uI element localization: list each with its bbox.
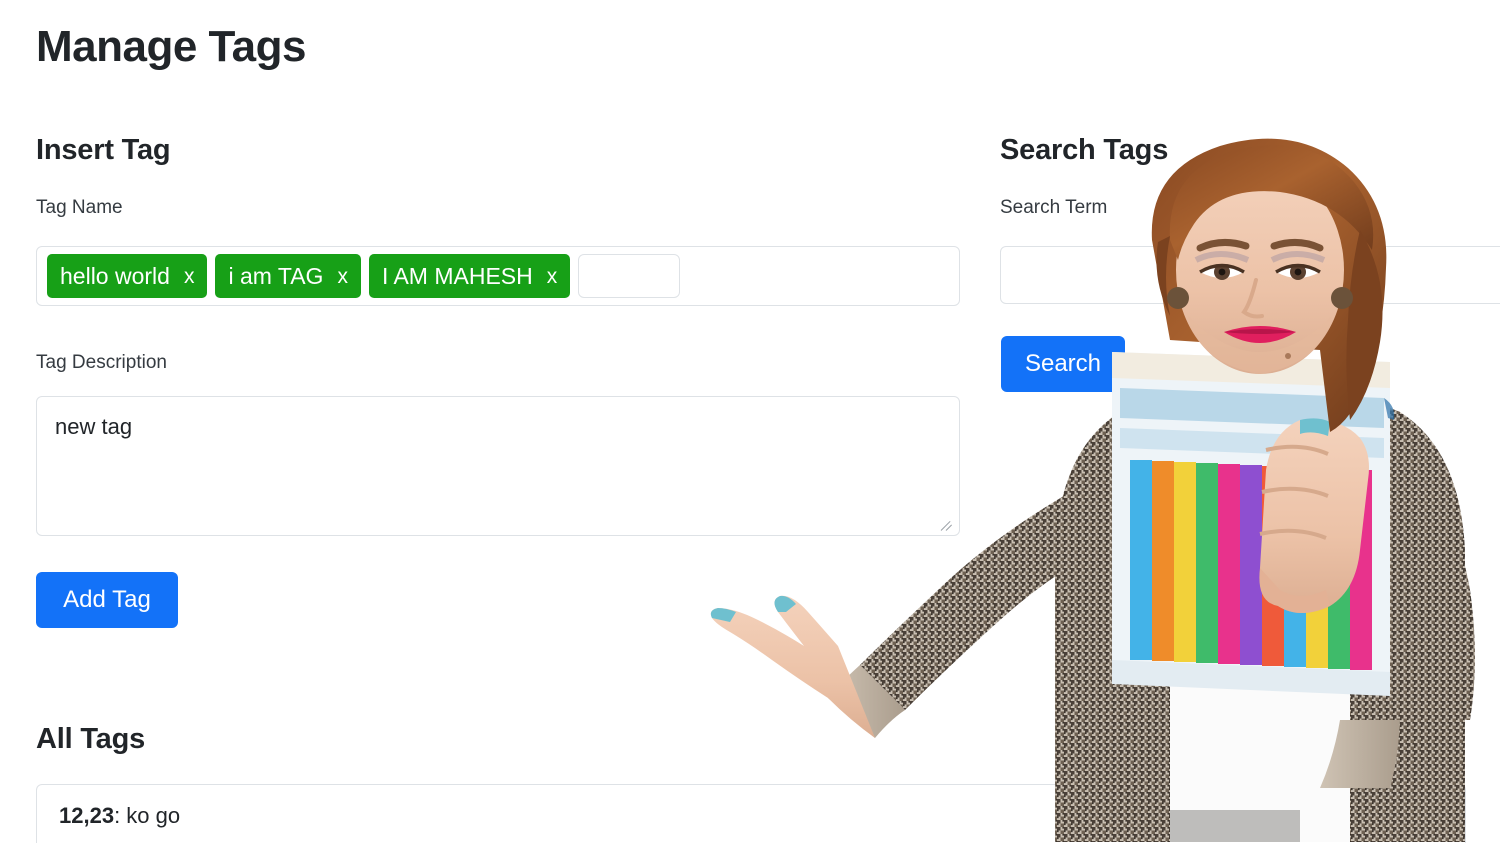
tag-chip[interactable]: hello world x (47, 254, 208, 298)
page-title: Manage Tags (36, 22, 306, 71)
tag-chip[interactable]: I AM MAHESH x (368, 254, 571, 298)
tag-name-label: Tag Name (36, 197, 123, 218)
tag-id: 12,23 (59, 803, 115, 828)
all-tags-heading: All Tags (36, 723, 146, 755)
tag-name-input[interactable] (578, 254, 681, 298)
search-term-label: Search Term (1000, 197, 1108, 218)
tag-description-label: Tag Description (36, 352, 167, 373)
tag-chip-label: hello world (60, 262, 170, 289)
all-tags-list: 12,23: ko go (36, 784, 1466, 843)
tag-chip-label: i am TAG (228, 262, 324, 289)
tag-description: ko go (126, 803, 181, 828)
search-tags-heading: Search Tags (1000, 134, 1169, 166)
tag-separator: : (114, 803, 127, 828)
tag-description-textarea[interactable] (36, 396, 960, 536)
tag-remove-icon[interactable]: x (337, 266, 348, 287)
search-term-input[interactable] (1000, 246, 1500, 304)
tag-remove-icon[interactable]: x (547, 266, 558, 287)
tag-remove-icon[interactable]: x (184, 266, 195, 287)
list-item[interactable]: 12,23: ko go (36, 784, 1466, 843)
tag-chip-label: I AM MAHESH (381, 262, 533, 289)
add-tag-button[interactable]: Add Tag (36, 572, 178, 628)
tag-chip[interactable]: i am TAG x (215, 254, 361, 298)
manage-tags-page: Manage Tags Insert Tag Tag Name hello wo… (0, 0, 1500, 843)
search-button[interactable]: Search (1001, 336, 1125, 392)
insert-tag-heading: Insert Tag (36, 134, 171, 166)
tag-name-input-container[interactable]: hello world x i am TAG x I AM MAHESH x (36, 246, 960, 306)
